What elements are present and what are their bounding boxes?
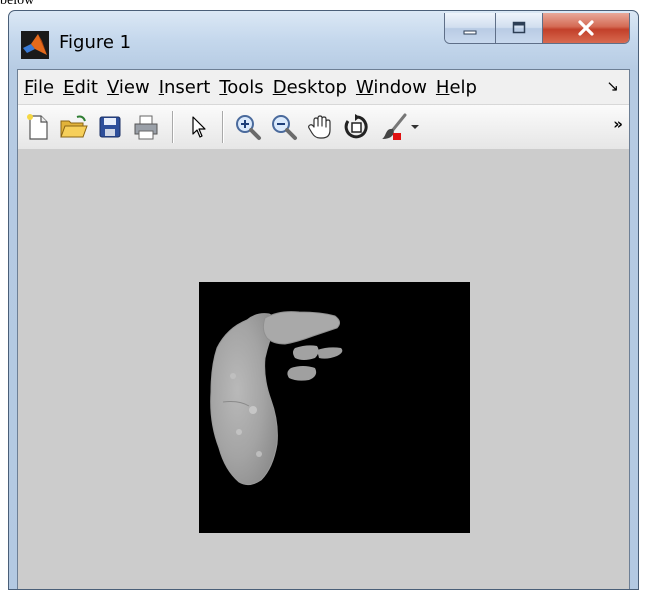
menu-overflow-icon[interactable]: ↘: [606, 77, 619, 95]
image-axes[interactable]: [199, 282, 470, 533]
print-button[interactable]: [130, 111, 162, 143]
toolbar-separator: [222, 111, 224, 143]
rotate-3d-icon: [344, 114, 368, 139]
menu-bar: File Edit View Insert Tools Desktop Wind…: [18, 70, 629, 104]
close-button[interactable]: [543, 13, 629, 43]
menu-insert[interactable]: Insert: [155, 77, 216, 98]
data-brushing-button[interactable]: [378, 111, 410, 143]
zoom-in-button[interactable]: [232, 111, 264, 143]
zoom-out-icon: [272, 115, 297, 140]
open-file-button[interactable]: [58, 111, 90, 143]
maximize-button[interactable]: [496, 13, 543, 43]
cropped-caption-text: below: [0, 0, 35, 8]
menu-window[interactable]: Window: [352, 77, 432, 98]
figure-window: Figure 1 File Edit View Insert Tools Des…: [8, 10, 639, 590]
new-document-icon: [27, 114, 48, 140]
menu-help[interactable]: Help: [432, 77, 482, 98]
caption-buttons: [444, 13, 630, 44]
brush-dropdown-button[interactable]: [408, 111, 422, 143]
menu-tools[interactable]: Tools: [215, 77, 268, 98]
matlab-logo-icon: [21, 31, 49, 59]
title-bar[interactable]: Figure 1: [9, 11, 638, 69]
pan-hand-icon: [308, 115, 331, 139]
chevron-down-icon: [411, 125, 419, 129]
edit-plot-button[interactable]: [182, 111, 214, 143]
close-icon: [578, 20, 594, 36]
new-figure-button[interactable]: [22, 111, 54, 143]
brush-icon: [382, 113, 407, 140]
zoom-in-icon: [236, 115, 261, 140]
folder-open-icon: [60, 115, 88, 138]
figure-canvas: [18, 149, 629, 589]
menu-view[interactable]: View: [103, 77, 155, 98]
menu-desktop[interactable]: Desktop: [269, 77, 352, 98]
zoom-out-button[interactable]: [268, 111, 300, 143]
pointer-arrow-icon: [192, 116, 206, 138]
menu-file[interactable]: File: [18, 77, 59, 98]
grayscale-segmented-image: [210, 311, 343, 486]
printer-icon: [134, 115, 158, 140]
save-disk-icon: [99, 116, 121, 138]
minimize-icon: [463, 30, 477, 35]
figure-client-area: File Edit View Insert Tools Desktop Wind…: [17, 69, 630, 589]
maximize-icon: [512, 21, 526, 34]
figure-toolbar: »: [18, 104, 629, 150]
save-button[interactable]: [94, 111, 126, 143]
menu-edit[interactable]: Edit: [59, 77, 103, 98]
pan-button[interactable]: [304, 111, 336, 143]
toolbar-overflow-icon[interactable]: »: [613, 115, 623, 133]
minimize-button[interactable]: [445, 13, 496, 43]
rotate-3d-button[interactable]: [340, 111, 372, 143]
window-title: Figure 1: [59, 32, 132, 53]
toolbar-separator: [172, 111, 174, 143]
